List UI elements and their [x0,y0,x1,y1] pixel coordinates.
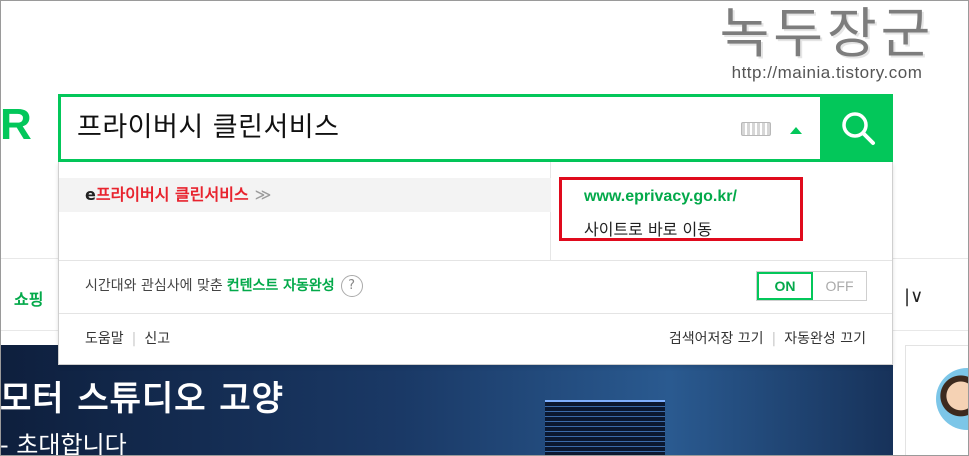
suggestion-term: 프라이버시 클린서비스 [95,185,249,204]
site-shortcut[interactable]: www.eprivacy.go.kr/ 사이트로 바로 이동 [559,177,803,241]
separator: | [771,331,777,347]
banner-title: 모터 스튜디오 고양 [0,379,284,419]
separator: | [131,331,137,347]
autocomplete-dropdown: e프라이버시 클린서비스 ≫ www.eprivacy.go.kr/ 사이트로 바… [58,162,893,365]
site-url-link[interactable]: www.eprivacy.go.kr/ [584,188,737,206]
avatar [936,368,969,430]
menu-more-icon[interactable]: |∨ [904,286,923,307]
footer-right: 검색어저장 끄기 | 자동완성 끄기 [669,328,866,348]
search-input[interactable]: 프라이버시 클린서비스 [77,97,339,159]
history-off-link[interactable]: 검색어저장 끄기 [669,331,764,347]
toggle-on-button[interactable]: ON [757,272,813,300]
double-chevron-icon: ≫ [254,185,272,204]
naver-logo[interactable]: R [0,103,32,147]
search-button[interactable] [823,94,893,162]
autocomplete-off-link[interactable]: 자동완성 끄기 [784,331,866,347]
report-link[interactable]: 신고 [144,331,170,347]
help-link[interactable]: 도움말 [85,331,124,347]
help-icon[interactable]: ? [340,275,363,297]
watermark: 녹두장군 http://mainia.tistory.com [692,2,962,83]
context-text: 시간대와 관심사에 맞춘 [85,278,223,294]
suggestion-prefix: e [85,185,96,204]
suggestion-item[interactable]: e프라이버시 클린서비스 ≫ [59,178,551,212]
footer-left: 도움말 | 신고 [85,328,170,348]
keyboard-icon[interactable] [741,122,771,136]
search-box[interactable]: 프라이버시 클린서비스 [58,94,823,162]
tab-shopping[interactable]: 쇼핑 [14,286,43,310]
site-go-link[interactable]: 사이트로 바로 이동 [584,216,712,240]
login-side-panel [905,345,969,456]
banner-building-image [545,400,665,456]
context-autocomplete-row: 시간대와 관심사에 맞춘 컨텐스트 자동완성? [85,272,363,300]
context-autocomplete-link[interactable]: 컨텐스트 자동완성 [227,278,335,294]
collapse-autocomplete-icon[interactable] [790,127,802,134]
suggestion-list: e프라이버시 클린서비스 ≫ [59,162,551,260]
banner-subtitle: - 초대합니다 [0,431,127,456]
watermark-url: http://mainia.tistory.com [731,62,923,82]
watermark-title: 녹두장군 [719,2,935,65]
context-toggle[interactable]: ON OFF [756,271,867,301]
search-icon [842,112,875,145]
toggle-off-button[interactable]: OFF [813,272,866,300]
divider [59,260,892,261]
divider [59,313,892,314]
